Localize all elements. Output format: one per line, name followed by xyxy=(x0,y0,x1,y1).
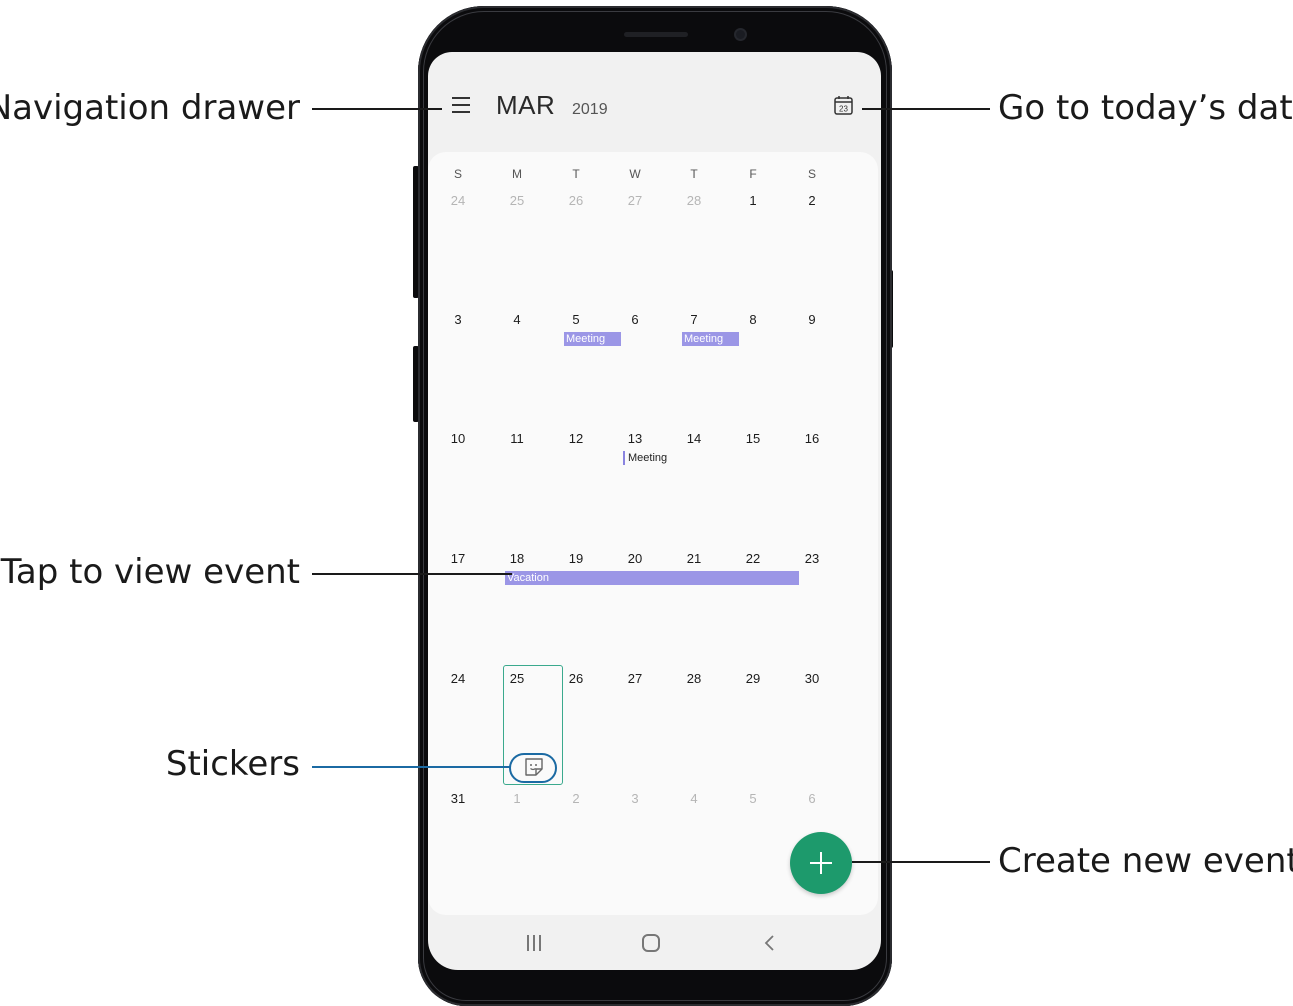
day-cell[interactable]: 5 xyxy=(733,791,773,806)
day-cell[interactable]: 20 xyxy=(615,551,655,566)
day-cell[interactable]: 27 xyxy=(615,671,655,686)
day-cell[interactable]: 29 xyxy=(733,671,773,686)
leader-go-to-today xyxy=(862,108,990,110)
weekday-header: W xyxy=(629,167,641,181)
day-cell[interactable]: 12 xyxy=(556,431,596,446)
day-cell[interactable]: 2 xyxy=(556,791,596,806)
leader-create-new-event xyxy=(852,861,990,863)
weekday-header: S xyxy=(807,167,816,181)
day-cell[interactable]: 4 xyxy=(674,791,714,806)
day-cell[interactable]: 5 xyxy=(556,312,596,327)
day-cell[interactable]: 6 xyxy=(792,791,832,806)
leader-tap-to-view-event xyxy=(312,573,512,575)
day-cell[interactable]: 1 xyxy=(733,193,773,208)
day-cell[interactable]: 31 xyxy=(438,791,478,806)
day-cell[interactable]: 22 xyxy=(733,551,773,566)
day-cell[interactable]: 24 xyxy=(438,193,478,208)
event-meeting-mar13[interactable]: Meeting xyxy=(623,451,667,465)
day-cell[interactable]: 3 xyxy=(438,312,478,327)
today-icon-day: 23 xyxy=(839,105,848,114)
event-meeting-mar7[interactable]: Meeting xyxy=(682,332,739,346)
day-cell[interactable]: 14 xyxy=(674,431,714,446)
day-cell[interactable]: 28 xyxy=(674,193,714,208)
sticker-highlight-ring xyxy=(509,753,557,783)
event-meeting-mar5[interactable]: Meeting xyxy=(564,332,621,346)
recents-icon[interactable] xyxy=(527,935,543,951)
day-cell[interactable]: 23 xyxy=(792,551,832,566)
year-title: 2019 xyxy=(572,101,608,118)
create-event-button[interactable] xyxy=(790,832,852,894)
day-cell[interactable]: 24 xyxy=(438,671,478,686)
day-cell[interactable]: 18 xyxy=(497,551,537,566)
day-cell[interactable]: 2 xyxy=(792,193,832,208)
weekday-header: T xyxy=(690,167,698,181)
day-cell[interactable]: 30 xyxy=(792,671,832,686)
day-cell[interactable]: 26 xyxy=(556,193,596,208)
leader-stickers xyxy=(312,766,510,768)
weekday-header: T xyxy=(572,167,580,181)
day-cell[interactable]: 19 xyxy=(556,551,596,566)
weekday-header: S xyxy=(453,167,462,181)
back-icon[interactable] xyxy=(763,935,777,951)
day-cell[interactable]: 25 xyxy=(497,193,537,208)
navigation-drawer-icon[interactable] xyxy=(452,97,470,113)
leader-navigation-drawer xyxy=(312,108,442,110)
day-cell[interactable]: 13 xyxy=(615,431,655,446)
callout-go-to-today: Go to today’s date xyxy=(998,88,1293,128)
day-cell[interactable]: 15 xyxy=(733,431,773,446)
day-cell[interactable]: 9 xyxy=(792,312,832,327)
front-camera xyxy=(736,30,745,39)
callout-tap-to-view-event: Tap to view event xyxy=(0,552,300,592)
day-cell[interactable]: 21 xyxy=(674,551,714,566)
day-cell[interactable]: 16 xyxy=(792,431,832,446)
callout-create-new-event: Create new event xyxy=(998,841,1293,881)
day-cell[interactable]: 17 xyxy=(438,551,478,566)
day-cell[interactable]: 10 xyxy=(438,431,478,446)
event-vacation[interactable]: Vacation xyxy=(505,571,799,585)
callout-navigation-drawer: Navigation drawer xyxy=(0,88,300,128)
day-cell[interactable]: 8 xyxy=(733,312,773,327)
day-cell[interactable]: 11 xyxy=(497,431,537,446)
day-cell[interactable]: 6 xyxy=(615,312,655,327)
day-cell[interactable]: 1 xyxy=(497,791,537,806)
day-cell[interactable]: 27 xyxy=(615,193,655,208)
weekday-header: M xyxy=(512,167,522,181)
today-calendar-icon[interactable]: 23 xyxy=(834,95,853,115)
day-cell[interactable]: 3 xyxy=(615,791,655,806)
day-cell[interactable]: 4 xyxy=(497,312,537,327)
callout-stickers: Stickers xyxy=(165,744,300,784)
day-cell[interactable]: 28 xyxy=(674,671,714,686)
month-title: MAR xyxy=(496,90,556,120)
earpiece-speaker xyxy=(624,32,688,37)
weekday-header: F xyxy=(749,167,757,181)
home-icon[interactable] xyxy=(642,934,660,952)
day-cell[interactable]: 7 xyxy=(674,312,714,327)
